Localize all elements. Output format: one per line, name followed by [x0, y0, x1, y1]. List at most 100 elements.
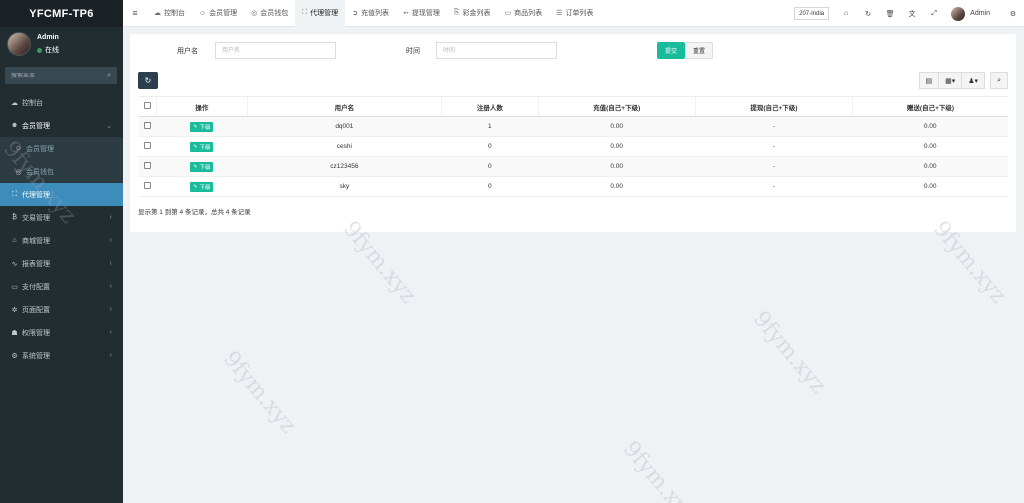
chevron-left-icon: ‹	[109, 260, 112, 267]
trash-icon[interactable]: 🗑	[879, 0, 901, 27]
admin-name: Admin	[970, 10, 990, 17]
top-navbar: ≡ ☁ 控制台 ☺ 会员管理 ◎ 会员钱包 ⛶ 代理管理 ➲ 充值列表 ➳ 提现管理 ⎘ 彩金…	[123, 0, 1024, 27]
home-icon: ⌂	[12, 237, 17, 244]
pencil-icon: ✎	[193, 143, 198, 150]
admin-menu[interactable]: Admin	[945, 6, 1002, 21]
tab-product-list[interactable]: ▭ 商品列表	[498, 0, 550, 27]
sidebar-subitem-members[interactable]: ☺ 会员管理	[0, 137, 123, 160]
select-all-checkbox[interactable]	[143, 102, 151, 109]
home-icon[interactable]: ⌂	[835, 0, 857, 27]
user-name: Admin	[37, 34, 59, 41]
site-select[interactable]: 207-India	[794, 7, 830, 20]
tab-recharge-list[interactable]: ➲ 充值列表	[345, 0, 396, 27]
sidebar-subitem-wallet[interactable]: ◎ 会员钱包	[0, 160, 123, 183]
sign-in-icon: ➲	[352, 10, 359, 17]
sidebar-search-input[interactable]	[11, 72, 108, 79]
sign-out-icon: ➳	[403, 10, 409, 17]
action-cell: ✎ 下级	[156, 136, 248, 157]
sidebar-toggle-icon[interactable]: ≡	[123, 0, 147, 27]
gift-cell: 0.00	[852, 136, 1008, 157]
tab-order-list[interactable]: ☰ 订单列表	[549, 0, 600, 27]
gift-cell: 0.00	[852, 176, 1008, 197]
sidebar-search: ⌕	[5, 67, 117, 84]
sidebar-item-permission-management[interactable]: ☗ 权限管理 ‹	[0, 321, 123, 344]
subordinates-label: 下级	[199, 124, 211, 131]
app-logo[interactable]: YFCMF-TP6	[0, 0, 123, 27]
row-checkbox[interactable]	[143, 182, 151, 189]
subordinates-button[interactable]: ✎ 下级	[190, 181, 214, 192]
tab-dashboard[interactable]: ☁ 控制台	[147, 0, 192, 27]
row-checkbox[interactable]	[143, 142, 151, 149]
sidebar-item-dashboard[interactable]: ☁ 控制台	[0, 91, 123, 114]
tab-label: 会员管理	[209, 10, 238, 17]
sidebar-item-label: 支付配置	[22, 283, 50, 291]
toggle-view-icon[interactable]: ▤	[918, 72, 940, 89]
user-panel: Admin 在线	[0, 27, 123, 65]
sidebar-item-system-management[interactable]: ⚙ 系统管理 ‹	[0, 344, 123, 367]
username-label: 用户名	[177, 48, 198, 55]
reset-button[interactable]: 重置	[685, 42, 713, 59]
search-icon[interactable]: ⌕	[990, 72, 1008, 89]
sidebar-item-agent-management[interactable]: ⛶ 代理管理	[0, 183, 123, 206]
sidebar-item-shop-management[interactable]: ⌂ 商城管理 ‹	[0, 229, 123, 252]
search-icon[interactable]: ⌕	[107, 72, 111, 80]
sidebar-item-label: 商城管理	[22, 237, 50, 245]
time-label: 时间	[406, 48, 420, 55]
sidebar-item-label: 会员管理	[26, 145, 54, 153]
sidebar-item-trade-management[interactable]: ₿ 交易管理 ‹	[0, 206, 123, 229]
subordinates-label: 下级	[199, 164, 211, 171]
withdraw-cell: -	[695, 136, 853, 157]
chevron-left-icon: ‹	[109, 352, 112, 359]
avatar	[951, 6, 966, 21]
avatar	[7, 32, 31, 56]
line-chart-icon: ∿	[11, 260, 18, 268]
action-cell: ✎ 下级	[156, 116, 248, 137]
columns-icon[interactable]: ▦▾	[938, 72, 963, 89]
sidebar-item-label: 页面配置	[22, 306, 50, 314]
username-input[interactable]	[215, 42, 336, 59]
sidebar-item-label: 系统管理	[22, 352, 50, 360]
sidebar-item-report-management[interactable]: ∿ 报表管理 ‹	[0, 252, 123, 275]
fullscreen-icon[interactable]: ⤢	[923, 0, 945, 27]
tab-withdraw-management[interactable]: ➳ 提现管理	[396, 0, 447, 27]
subordinates-button[interactable]: ✎ 下级	[190, 121, 214, 132]
sidebar-item-page-config[interactable]: ✲ 页面配置 ‹	[0, 298, 123, 321]
table-header-row: 操作 用户名 注册人数 充值(自己+下级) 提现(自己+下级) 赠送(自己+下级…	[138, 96, 1008, 117]
table-row: ✎ 下级 ceshi 0 0.00 - 0.00	[138, 136, 1008, 157]
refresh-icon[interactable]: ↻	[857, 0, 879, 27]
gift-cell: 0.00	[852, 156, 1008, 177]
tab-agent-management[interactable]: ⛶ 代理管理	[295, 0, 346, 27]
navbar-right: 207-India ⌂ ↻ 🗑 文 ⤢ Admin ⚙	[794, 0, 1024, 27]
recharge-cell: 0.00	[538, 156, 696, 177]
sidebar-item-member-management[interactable]: ☻ 会员管理 ⌄	[0, 114, 123, 137]
chevron-down-icon: ⌄	[106, 122, 112, 130]
user-icon: ☺	[14, 145, 23, 152]
table-toolbar: ▤ ▦▾ ♟▾ ⌕	[918, 72, 1008, 89]
translate-icon[interactable]: 文	[901, 0, 923, 27]
settings-icon[interactable]: ⚙	[1002, 0, 1024, 27]
table-row: ✎ 下级 sky 0 0.00 - 0.00	[138, 176, 1008, 197]
tab-label: 控制台	[164, 10, 185, 17]
user-icon: ☺	[199, 9, 207, 17]
username-cell: cz123456	[247, 156, 442, 177]
submit-button[interactable]: 提交	[657, 42, 685, 59]
row-checkbox[interactable]	[143, 162, 151, 169]
refresh-button[interactable]: ↻	[138, 72, 158, 89]
wallet-icon: ◎	[15, 168, 22, 176]
tab-bonus-list[interactable]: ⎘ 彩金列表	[447, 0, 498, 27]
user-status: 在线	[37, 45, 59, 55]
export-icon[interactable]: ♟▾	[961, 72, 986, 89]
row-checkbox[interactable]	[143, 122, 151, 129]
chevron-left-icon: ‹	[109, 306, 112, 313]
subordinates-button[interactable]: ✎ 下级	[190, 161, 214, 172]
credit-card-icon: ▭	[11, 283, 18, 291]
registered-cell: 1	[441, 116, 539, 137]
withdraw-cell: -	[695, 156, 853, 177]
sidebar-item-payment-config[interactable]: ▭ 支付配置 ‹	[0, 275, 123, 298]
time-input[interactable]	[436, 42, 557, 59]
subordinates-button[interactable]: ✎ 下级	[190, 141, 214, 152]
tab-member-management[interactable]: ☺ 会员管理	[192, 0, 244, 27]
sidebar-item-label: 报表管理	[22, 260, 50, 268]
column-header: 用户名	[246, 96, 442, 117]
tab-member-wallet[interactable]: ◎ 会员钱包	[244, 0, 295, 27]
